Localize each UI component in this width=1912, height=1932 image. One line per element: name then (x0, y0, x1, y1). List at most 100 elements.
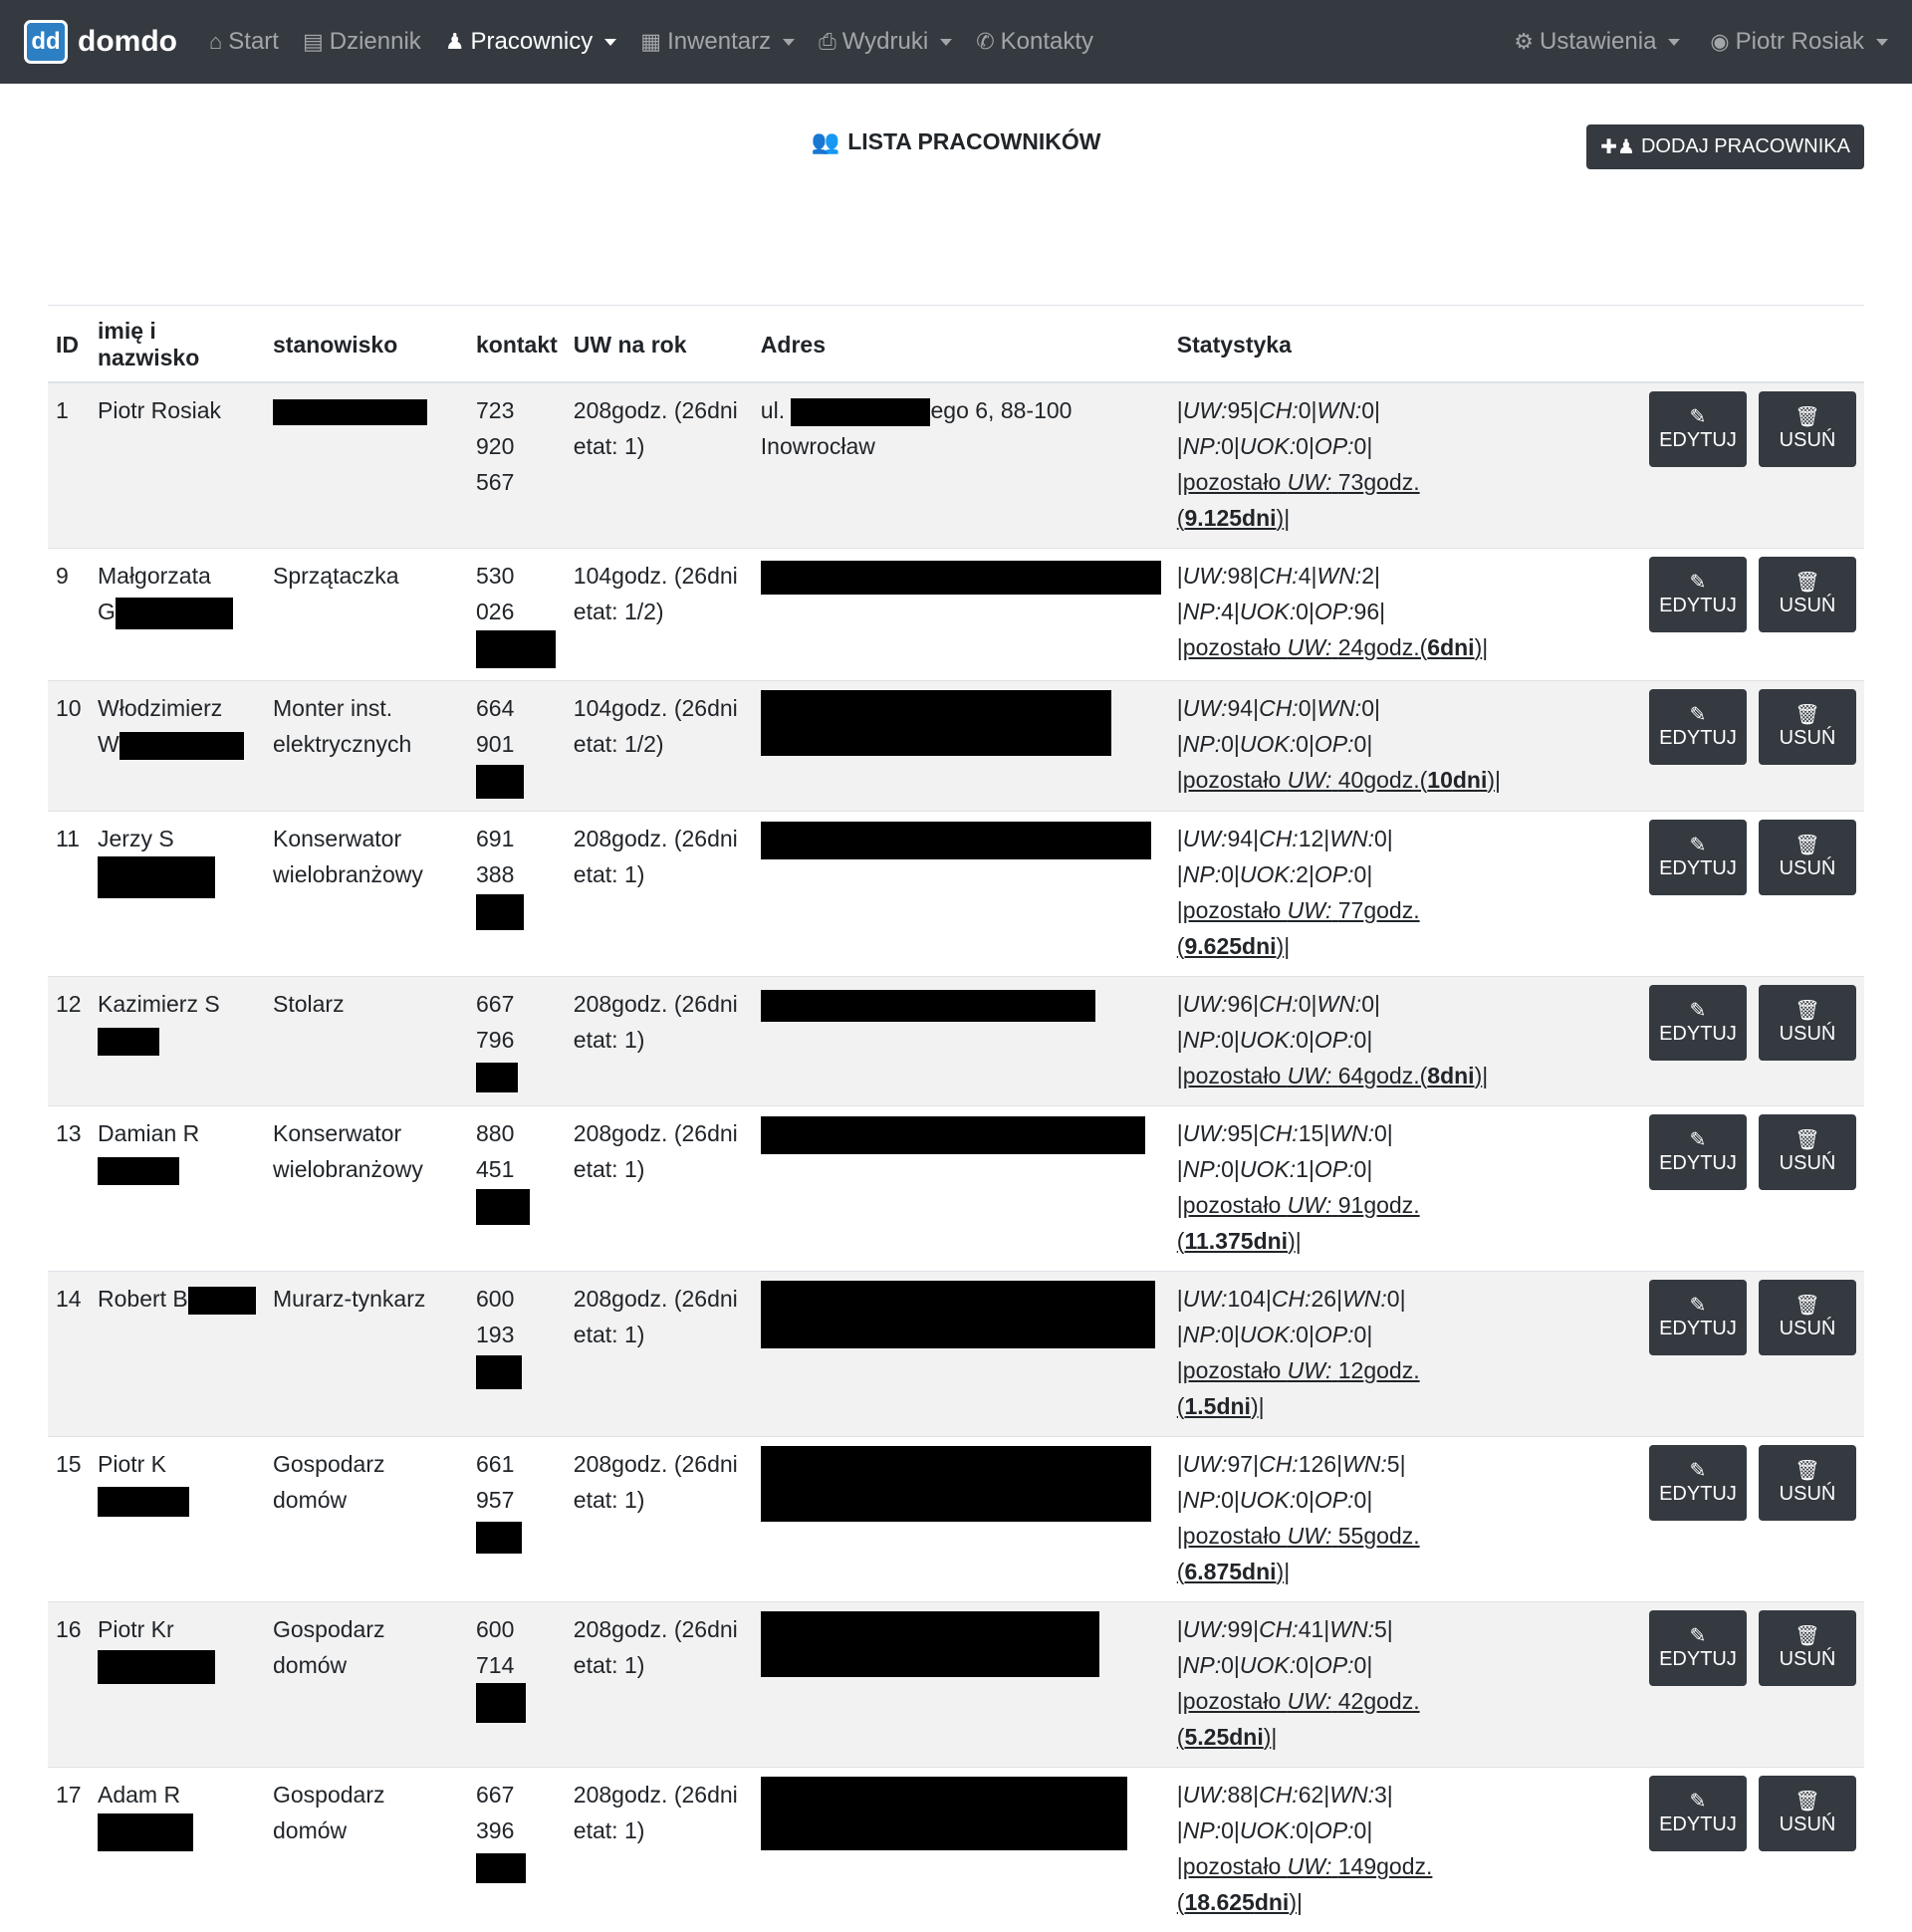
add-employee-button[interactable]: ✚♟ DODAJ PRACOWNIKA (1586, 124, 1864, 169)
stat-ch: 0 (1298, 694, 1312, 721)
nav-item-settings[interactable]: ⚙ Ustawienia (1514, 28, 1681, 56)
stat-uok: 1 (1296, 1155, 1309, 1182)
edit-label: EDYTUJ (1659, 1482, 1737, 1505)
stat-ch: 26 (1311, 1285, 1337, 1312)
cell-address (752, 548, 1169, 681)
edit-button[interactable]: ✎ EDYTUJ (1649, 1113, 1747, 1190)
edit-button[interactable]: ✎ EDYTUJ (1649, 984, 1747, 1061)
stat-remaining-hours: 55 (1337, 1522, 1364, 1549)
stat-uok: 0 (1296, 1816, 1309, 1843)
stat-uok: 0 (1296, 1321, 1309, 1347)
employee-position: Murarz-tynkarz (273, 1285, 426, 1312)
nav-item-dziennik[interactable]: ▤ Dziennik (303, 28, 421, 56)
nav-item-kontakty[interactable]: ✆ Kontakty (976, 28, 1093, 56)
nav-item-user[interactable]: ◉ Piotr Rosiak (1710, 28, 1888, 56)
cell-uw: 104godz. (26dni etat: 1/2) (565, 679, 753, 812)
redacted-phone (476, 764, 524, 799)
pencil-icon: ✎ (1689, 406, 1707, 428)
redacted-phone (476, 1521, 522, 1554)
edit-button[interactable]: ✎ EDYTUJ (1649, 391, 1747, 467)
cell-contact: 530 026 (468, 548, 566, 681)
edit-label: EDYTUJ (1659, 1022, 1737, 1045)
edit-button[interactable]: ✎ EDYTUJ (1649, 1444, 1747, 1521)
stat-uw: 96 (1227, 990, 1254, 1017)
delete-label: USUŃ (1779, 1482, 1836, 1505)
redacted-address (760, 1610, 1099, 1677)
cell-contact: 664 901 (468, 679, 566, 812)
address-text: ego 6, 88-100 (930, 397, 1073, 423)
user-circle-icon: ◉ (1710, 29, 1730, 54)
redacted-surname (98, 1156, 179, 1185)
stat-remaining-days: 1.5 (1184, 1392, 1217, 1419)
uw-hours: 208godz. (26dni (573, 397, 738, 423)
delete-label: USUŃ (1779, 1647, 1836, 1670)
trash-icon: 🗑 (1794, 1459, 1820, 1482)
uw-etat: etat: 1) (573, 1816, 645, 1843)
cell-id: 10 (48, 679, 90, 812)
employee-name: Włodzimierz (98, 694, 223, 721)
employee-id: 11 (56, 825, 80, 851)
delete-button[interactable]: 🗑 USUŃ (1759, 1444, 1856, 1521)
cell-contact: 661 957 (468, 1435, 566, 1602)
stat-wn: 0 (1361, 694, 1374, 721)
table-row: 9 Małgorzata G Sprzątaczka 530 026 104godz. (… (48, 548, 1864, 681)
delete-label: USUŃ (1779, 726, 1836, 749)
edit-button[interactable]: ✎ EDYTUJ (1649, 557, 1747, 632)
main-nav: ⌂ Start ▤ Dziennik ♟ Pracownicy ▦ Inwentarz ⎙ Wyd… (209, 28, 1117, 56)
stat-ch: 0 (1298, 397, 1312, 423)
nav-item-wydruki[interactable]: ⎙ Wydruki (819, 28, 953, 56)
redacted-address (760, 989, 1095, 1022)
redacted-address (760, 1445, 1151, 1522)
stat-remaining-days: 18.625 (1184, 1888, 1255, 1915)
pencil-icon: ✎ (1689, 1128, 1707, 1151)
redacted-surname (115, 597, 233, 629)
cell-stats: |UW:95|CH:0|WN:0| |NP:0|UOK:0|OP:0| |pozos… (1168, 381, 1514, 549)
nav-item-start[interactable]: ⌂ Start (209, 28, 279, 56)
stat-wn: 0 (1374, 825, 1387, 851)
delete-button[interactable]: 🗑 USUŃ (1759, 984, 1856, 1061)
edit-button[interactable]: ✎ EDYTUJ (1649, 688, 1747, 765)
redacted-phone (476, 893, 524, 930)
trash-icon: 🗑 (1794, 406, 1820, 428)
nav-item-pracownicy[interactable]: ♟ Pracownicy (445, 28, 617, 56)
page-title-text: LISTA PRACOWNIKÓW (847, 128, 1101, 154)
edit-button[interactable]: ✎ EDYTUJ (1649, 1279, 1747, 1355)
stat-np: 0 (1221, 730, 1234, 757)
stat-np: 0 (1221, 1026, 1234, 1053)
stat-np: 0 (1221, 1486, 1234, 1513)
col-address: Adres (752, 305, 1169, 383)
delete-button[interactable]: 🗑 USUŃ (1759, 391, 1856, 467)
brand-name: domdo (78, 25, 177, 58)
col-uw: UW na rok (565, 305, 753, 383)
nav-item-inwentarz[interactable]: ▦ Inwentarz (640, 28, 796, 56)
cell-actions: ✎ EDYTUJ 🗑 USUŃ (1513, 975, 1864, 1106)
stat-op: 0 (1353, 860, 1367, 887)
delete-button[interactable]: 🗑 USUŃ (1759, 819, 1856, 895)
edit-button[interactable]: ✎ EDYTUJ (1649, 1775, 1747, 1851)
stat-op: 0 (1353, 1026, 1367, 1053)
delete-button[interactable]: 🗑 USUŃ (1759, 1609, 1856, 1686)
brand[interactable]: dd domdo (24, 20, 177, 64)
edit-label: EDYTUJ (1659, 856, 1737, 879)
stat-remaining-days: 6 (1427, 634, 1441, 660)
cell-name: Małgorzata G (90, 548, 265, 681)
user-nav: ⚙ Ustawienia ◉ Piotr Rosiak (1484, 28, 1888, 56)
stat-remaining-days: 11.375 (1184, 1227, 1254, 1254)
delete-button[interactable]: 🗑 USUŃ (1759, 1113, 1856, 1190)
stat-op: 0 (1353, 1155, 1367, 1182)
col-position: stanowisko (265, 305, 468, 383)
employee-phone-line2: 567 (476, 469, 515, 495)
edit-button[interactable]: ✎ EDYTUJ (1649, 819, 1747, 895)
delete-button[interactable]: 🗑 USUŃ (1759, 1279, 1856, 1355)
stat-np: 0 (1221, 433, 1234, 459)
employee-position-line2: wielobranżowy (273, 860, 423, 887)
edit-label: EDYTUJ (1659, 595, 1737, 616)
delete-button[interactable]: 🗑 USUŃ (1759, 557, 1856, 632)
employee-phone: 667 796 (476, 990, 515, 1053)
delete-button[interactable]: 🗑 USUŃ (1759, 688, 1856, 765)
table-row: 11 Jerzy S Konserwator wielobranżowy 691 388… (48, 810, 1864, 977)
nav-label: Inwentarz (667, 28, 772, 55)
edit-button[interactable]: ✎ EDYTUJ (1649, 1609, 1747, 1686)
cell-stats: |UW:98|CH:4|WN:2| |NP:4|UOK:0|OP:96| |pozo… (1168, 548, 1514, 681)
delete-button[interactable]: 🗑 USUŃ (1759, 1775, 1856, 1851)
